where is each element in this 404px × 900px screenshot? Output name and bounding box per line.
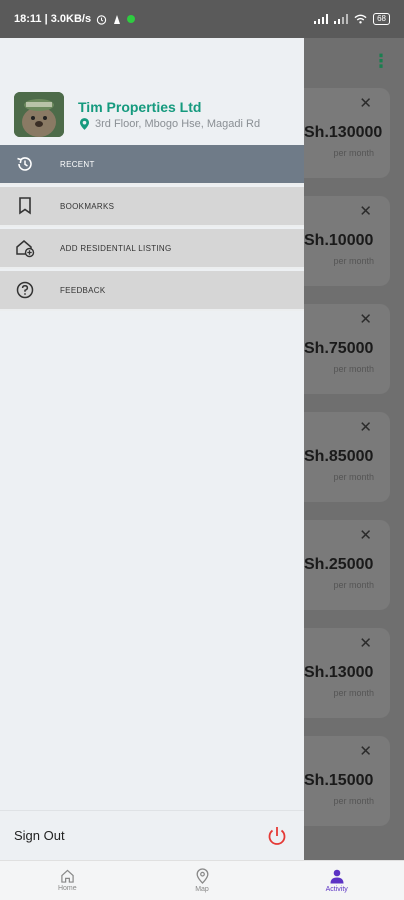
listing-period: per month — [333, 580, 374, 590]
status-right: 68 — [314, 13, 390, 25]
power-icon[interactable] — [266, 825, 288, 847]
add-home-icon — [15, 238, 35, 258]
listing-period: per month — [333, 148, 374, 158]
organization-name: Tim Properties Ltd — [78, 99, 202, 115]
profile-header: Tim Properties Ltd 3rd Floor, Mbogo Hse,… — [0, 38, 304, 145]
bookmark-icon — [15, 196, 35, 216]
listing-price: Sh.13000 — [304, 664, 374, 681]
menu-item-label: ADD RESIDENTIAL LISTING — [60, 243, 172, 253]
organization-address: 3rd Floor, Mbogo Hse, Magadi Rd — [80, 118, 260, 130]
close-icon: ✕ — [359, 95, 372, 112]
signal-2-icon — [334, 14, 349, 24]
close-icon: ✕ — [359, 203, 372, 220]
status-left: 18:11 | 3.0KB/s — [14, 13, 136, 25]
listing-period: per month — [333, 472, 374, 482]
person-icon — [330, 869, 344, 883]
otter-avatar-icon — [14, 92, 64, 137]
listing-price: Sh.75000 — [304, 340, 374, 357]
menu-item-label: BOOKMARKS — [60, 201, 115, 211]
listing-period: per month — [333, 796, 374, 806]
menu-item-feedback[interactable]: FEEDBACK — [0, 271, 304, 311]
signal-icon — [314, 14, 329, 24]
map-pin-icon — [196, 868, 208, 884]
close-icon: ✕ — [359, 311, 372, 328]
listing-period: per month — [333, 364, 374, 374]
menu-item-bookmarks[interactable]: BOOKMARKS — [0, 187, 304, 227]
help-icon — [15, 280, 35, 300]
listing-period: per month — [333, 256, 374, 266]
history-icon — [15, 154, 35, 174]
close-icon: ✕ — [359, 635, 372, 652]
listing-price: Sh.25000 — [304, 556, 374, 573]
tab-map[interactable]: Map — [135, 861, 270, 900]
overflow-menu-icon: ⋮ — [372, 51, 390, 71]
address-text: 3rd Floor, Mbogo Hse, Magadi Rd — [95, 118, 261, 130]
listing-price: Sh.85000 — [304, 448, 374, 465]
menu-item-recent[interactable]: RECENT — [0, 145, 304, 185]
home-icon — [61, 869, 74, 883]
status-time-speed: 18:11 | 3.0KB/s — [14, 13, 92, 25]
status-bar: 18:11 | 3.0KB/s 68 — [0, 0, 404, 38]
tab-label: Map — [195, 886, 209, 893]
battery-icon: 68 — [373, 13, 390, 25]
tab-activity[interactable]: Activity — [269, 861, 404, 900]
alarm-icon — [96, 14, 107, 25]
close-icon: ✕ — [359, 527, 372, 544]
listing-price: Sh.130000 — [304, 124, 383, 141]
tab-label: Activity — [325, 885, 348, 893]
tab-label: Home — [57, 885, 77, 892]
location-pin-icon — [80, 118, 89, 130]
notification-app-icon — [114, 14, 121, 24]
close-icon: ✕ — [359, 743, 372, 760]
tab-home[interactable]: Home — [0, 861, 135, 900]
menu-item-label: FEEDBACK — [60, 285, 106, 295]
avatar[interactable] — [14, 92, 64, 137]
notification-dot-icon — [127, 15, 136, 23]
sign-out-row[interactable]: Sign Out — [0, 810, 304, 860]
menu-item-label: RECENT — [60, 159, 95, 169]
wifi-icon — [354, 14, 367, 24]
close-icon: ✕ — [359, 419, 372, 436]
listing-period: per month — [333, 688, 374, 698]
menu-item-add-listing[interactable]: ADD RESIDENTIAL LISTING — [0, 229, 304, 269]
listing-price: Sh.10000 — [304, 232, 374, 249]
listing-price: Sh.15000 — [304, 772, 374, 789]
sign-out-label: Sign Out — [14, 828, 65, 843]
navigation-drawer: Tim Properties Ltd 3rd Floor, Mbogo Hse,… — [0, 38, 304, 860]
bottom-navigation: Home Map Activity — [0, 860, 404, 900]
